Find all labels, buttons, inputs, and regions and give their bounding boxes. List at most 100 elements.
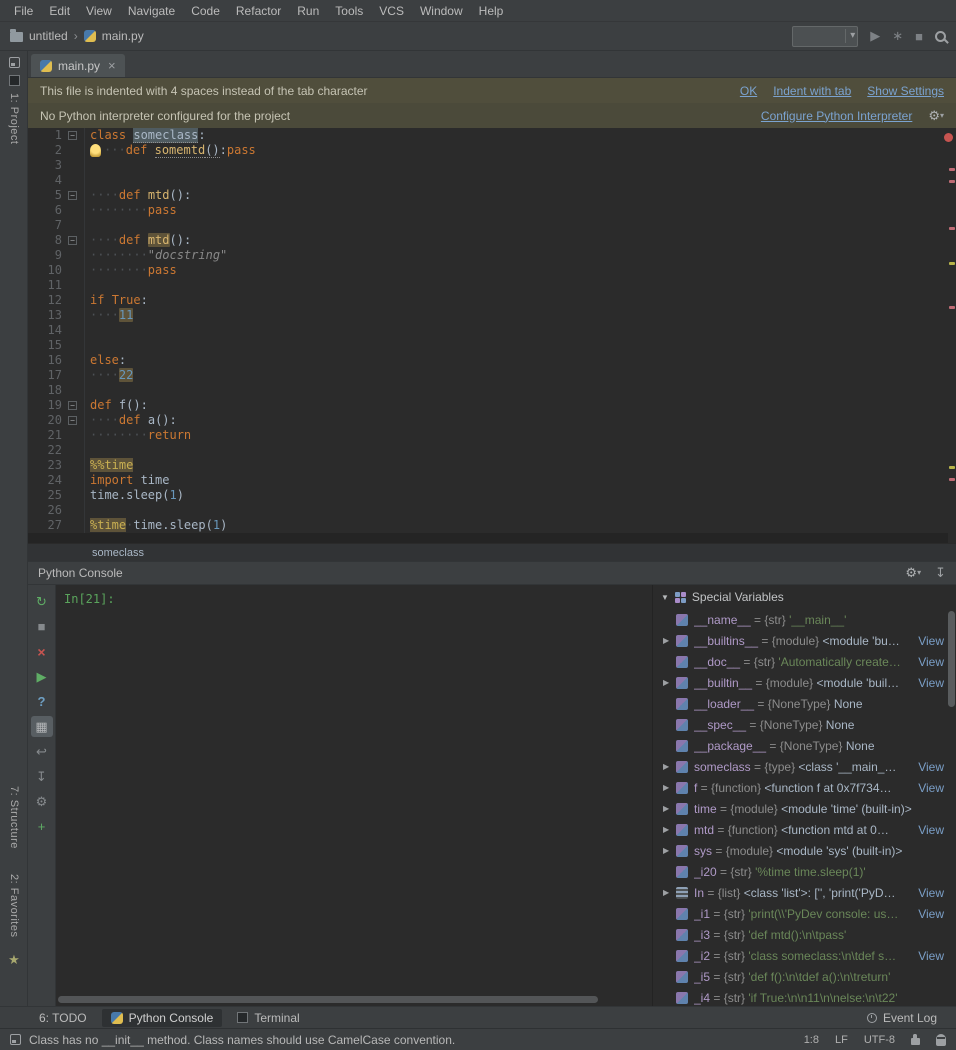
code-line-9[interactable]: 9········"docstring": [28, 248, 956, 263]
variable-row-__spec__[interactable]: __spec__ = {NoneType} None: [653, 714, 956, 735]
gear-icon[interactable]: ⚙▾: [928, 108, 944, 124]
code-line-19[interactable]: 19−def f():: [28, 398, 956, 413]
sidebar-item-project[interactable]: 1: Project: [0, 57, 28, 144]
variables-scrollbar[interactable]: [948, 611, 955, 707]
menu-refactor[interactable]: Refactor: [228, 1, 289, 21]
variable-row-sys[interactable]: ▶sys = {module} <module 'sys' (built-in)…: [653, 840, 956, 861]
variable-row-_i4[interactable]: _i4 = {str} 'if True:\n\n11\n\nelse:\n\t…: [653, 987, 956, 1006]
help-icon[interactable]: ?: [31, 691, 53, 712]
run-configuration-select[interactable]: ▾: [792, 26, 858, 47]
todo-button[interactable]: 6: TODO: [30, 1009, 96, 1027]
code-line-24[interactable]: 24import time: [28, 473, 956, 488]
soft-wrap-icon[interactable]: ↩: [31, 741, 53, 762]
code-line-22[interactable]: 22: [28, 443, 956, 458]
toolwindow-switcher-icon[interactable]: [10, 1034, 21, 1045]
code-line-13[interactable]: 13····11: [28, 308, 956, 323]
code-line-17[interactable]: 17····22: [28, 368, 956, 383]
show-variables-icon[interactable]: ▦: [31, 716, 53, 737]
code-line-8[interactable]: 8−····def mtd():: [28, 233, 956, 248]
error-stripe-mark[interactable]: [949, 478, 955, 481]
ok-link[interactable]: OK: [740, 84, 757, 98]
variable-row-f[interactable]: ▶f = {function} <function f at 0x7f734…V…: [653, 777, 956, 798]
execute-icon[interactable]: ▶: [31, 666, 53, 687]
variable-row-_i1[interactable]: _i1 = {str} 'print(\\'PyDev console: us……: [653, 903, 956, 924]
fold-marker-icon[interactable]: −: [68, 191, 77, 200]
expand-icon[interactable]: ▶: [663, 846, 676, 855]
variable-row-someclass[interactable]: ▶someclass = {type} <class '__main_…View: [653, 756, 956, 777]
sidebar-item-favorites[interactable]: 2: Favorites ★: [0, 874, 28, 968]
code-line-2[interactable]: 2···def somemtd():pass: [28, 143, 956, 158]
view-link[interactable]: View: [912, 760, 956, 774]
menu-run[interactable]: Run: [289, 1, 327, 21]
close-icon[interactable]: ×: [31, 641, 53, 662]
view-link[interactable]: View: [912, 907, 956, 921]
code-line-23[interactable]: 23%%time: [28, 458, 956, 473]
code-line-20[interactable]: 20−····def a():: [28, 413, 956, 428]
terminal-button[interactable]: Terminal: [228, 1009, 308, 1027]
menu-code[interactable]: Code: [183, 1, 228, 21]
code-line-3[interactable]: 3: [28, 158, 956, 173]
line-ending[interactable]: LF: [835, 1034, 848, 1046]
run-button[interactable]: ▶: [870, 28, 880, 44]
scroll-to-end-icon[interactable]: ↧: [31, 766, 53, 787]
view-link[interactable]: View: [912, 781, 956, 795]
variable-row-_i2[interactable]: _i2 = {str} 'class someclass:\n\tdef s…V…: [653, 945, 956, 966]
code-line-21[interactable]: 21········return: [28, 428, 956, 443]
breadcrumb-file[interactable]: main.py: [102, 29, 144, 43]
fold-marker-icon[interactable]: −: [68, 131, 77, 140]
variable-row-__doc__[interactable]: __doc__ = {str} 'Automatically create…Vi…: [653, 651, 956, 672]
code-line-1[interactable]: 1−class someclass:: [28, 128, 956, 143]
hide-icon[interactable]: ↧: [935, 565, 946, 581]
python-console-button[interactable]: Python Console: [102, 1009, 223, 1027]
menu-tools[interactable]: Tools: [327, 1, 371, 21]
code-line-12[interactable]: 12if True:: [28, 293, 956, 308]
view-link[interactable]: View: [912, 949, 956, 963]
intention-bulb-icon[interactable]: [90, 144, 101, 157]
console-settings-icon[interactable]: ⚙▾: [905, 565, 921, 581]
variable-row-__builtins__[interactable]: ▶__builtins__ = {module} <module 'bu…Vie…: [653, 630, 956, 651]
code-line-15[interactable]: 15: [28, 338, 956, 353]
rerun-icon[interactable]: ↻: [31, 591, 53, 612]
special-variables-header[interactable]: ▼ Special Variables: [653, 585, 956, 609]
menu-vcs[interactable]: VCS: [371, 1, 412, 21]
code-line-27[interactable]: 27%time·time.sleep(1): [28, 518, 956, 533]
view-link[interactable]: View: [912, 886, 956, 900]
editor-hscrollbar[interactable]: [28, 533, 948, 543]
settings-icon[interactable]: ⚙: [31, 791, 53, 812]
variable-row-_i20[interactable]: _i20 = {str} '%time time.sleep(1)': [653, 861, 956, 882]
variable-row-_i5[interactable]: _i5 = {str} 'def f():\n\tdef a():\n\tret…: [653, 966, 956, 987]
code-line-7[interactable]: 7: [28, 218, 956, 233]
event-log-button[interactable]: Event Log: [858, 1009, 946, 1027]
code-line-18[interactable]: 18: [28, 383, 956, 398]
variable-row-In[interactable]: ▶In = {list} <class 'list'>: ['', 'print…: [653, 882, 956, 903]
configure-interpreter-link[interactable]: Configure Python Interpreter: [761, 109, 912, 123]
expand-icon[interactable]: ▶: [663, 783, 676, 792]
menu-help[interactable]: Help: [471, 1, 512, 21]
console-output[interactable]: In[21]:: [56, 585, 652, 1006]
menu-file[interactable]: File: [6, 1, 41, 21]
stop-button[interactable]: ■: [915, 29, 923, 44]
coverage-button[interactable]: ∗: [892, 28, 903, 44]
expand-icon[interactable]: ▶: [663, 888, 676, 897]
variable-row-__package__[interactable]: __package__ = {NoneType} None: [653, 735, 956, 756]
error-stripe-mark[interactable]: [949, 262, 955, 265]
code-editor[interactable]: 1−class someclass:2···def somemtd():pass…: [28, 128, 956, 543]
code-line-11[interactable]: 11: [28, 278, 956, 293]
collapse-icon[interactable]: ▼: [661, 593, 669, 602]
code-line-5[interactable]: 5−····def mtd():: [28, 188, 956, 203]
menu-window[interactable]: Window: [412, 1, 471, 21]
breadcrumb-project[interactable]: untitled: [29, 29, 68, 43]
variable-row-_i3[interactable]: _i3 = {str} 'def mtd():\n\tpass': [653, 924, 956, 945]
variable-row-time[interactable]: ▶time = {module} <module 'time' (built-i…: [653, 798, 956, 819]
lock-icon[interactable]: [911, 1038, 920, 1045]
show-settings-link[interactable]: Show Settings: [867, 84, 944, 98]
error-stripe-mark[interactable]: [949, 466, 955, 469]
encoding[interactable]: UTF-8: [864, 1034, 895, 1046]
search-icon[interactable]: [935, 31, 946, 42]
code-line-26[interactable]: 26: [28, 503, 956, 518]
variable-row-mtd[interactable]: ▶mtd = {function} <function mtd at 0…Vie…: [653, 819, 956, 840]
error-stripe-mark[interactable]: [949, 306, 955, 309]
expand-icon[interactable]: ▶: [663, 762, 676, 771]
expand-icon[interactable]: ▶: [663, 804, 676, 813]
console-hscrollbar[interactable]: [58, 996, 598, 1003]
